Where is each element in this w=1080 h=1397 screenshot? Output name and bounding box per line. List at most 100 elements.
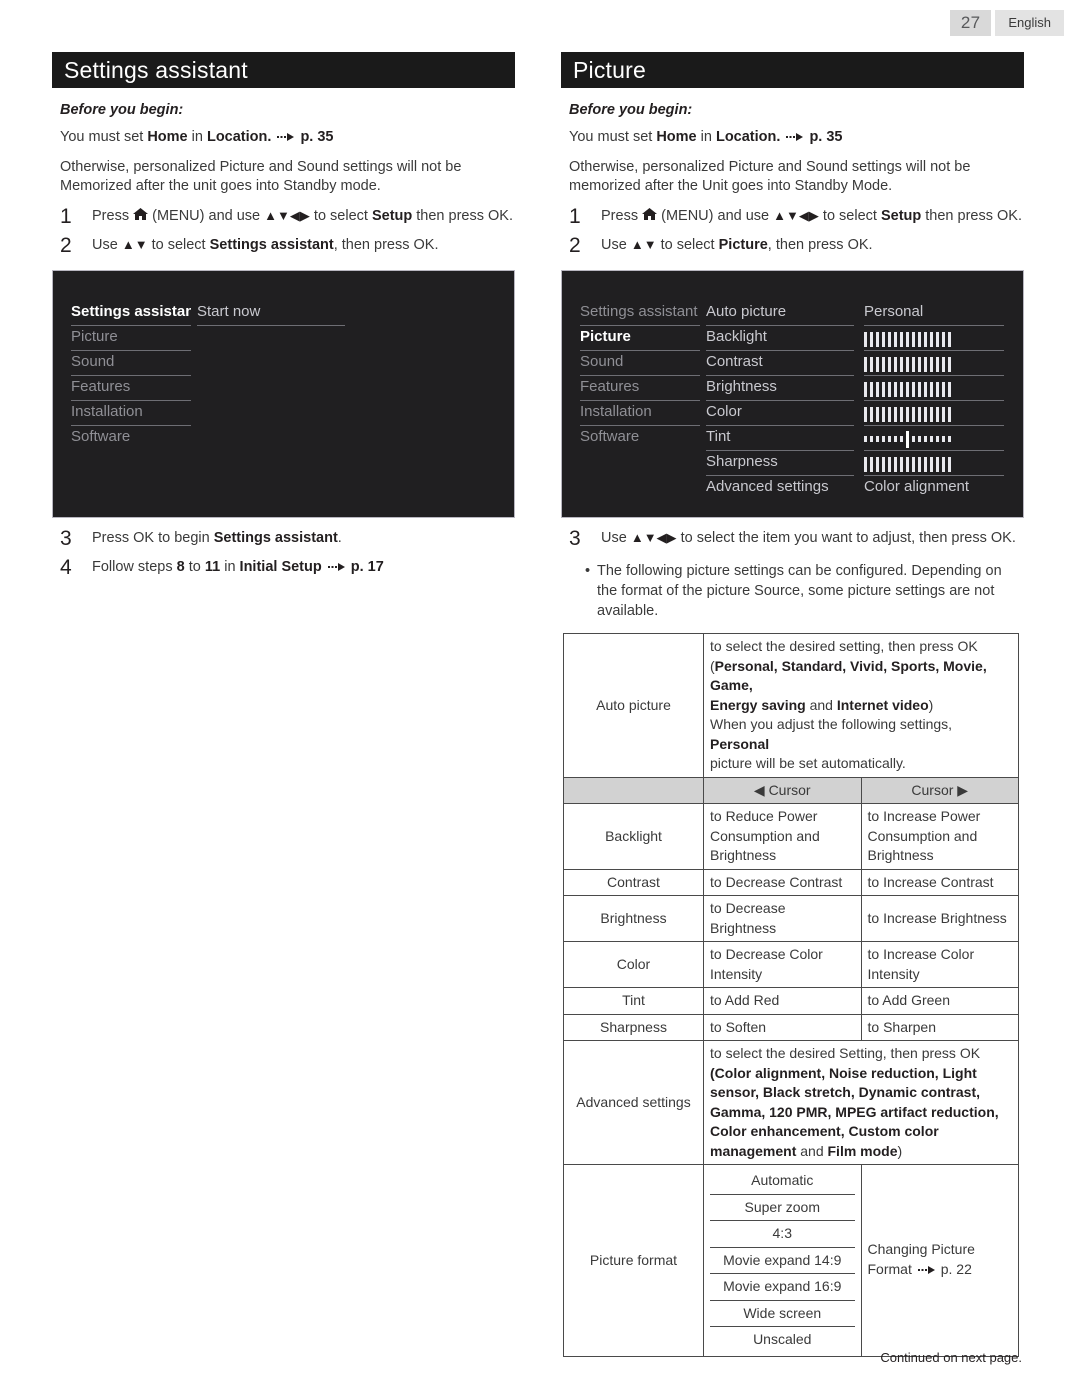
advanced-line5: Color enhancement, Custom color (710, 1123, 939, 1139)
picture-format-option-4-3[interactable]: 4:3 (710, 1220, 855, 1248)
osd-item-start-now[interactable]: Start now (197, 301, 345, 326)
left-step-1-menu: (MENU) (152, 208, 205, 224)
cell-label-brightness: Brightness (563, 895, 704, 942)
table-row-picture-format: Picture format Automatic Super zoom 4:3 … (563, 1164, 1019, 1357)
dpad-arrows-icon: ▲▼◀▶ (630, 530, 677, 545)
picture-format-option-movie-expand-14-9[interactable]: Movie expand 14:9 (710, 1247, 855, 1274)
right-steps-list: 1 Press (MENU) and use ▲▼◀▶ to select Se… (569, 206, 1024, 256)
right-step-2-pre: Use (601, 237, 631, 253)
left-step-1-number: 1 (60, 205, 72, 228)
osd-menu-item-settings-assistant[interactable]: Settings assistant (580, 301, 700, 326)
osd-slider-brightness[interactable] (864, 376, 1004, 401)
right-step-1-mid: and use (713, 208, 774, 224)
advanced-line2: (Color alignment, Noise reduction, Light (710, 1064, 977, 1081)
osd-item-tint[interactable]: Tint (706, 426, 854, 451)
right-column: Picture Before you begin: You must set H… (561, 52, 1024, 1357)
left-step-3-tail: . (337, 530, 342, 546)
left-osd-items-column: Start now (197, 301, 345, 451)
advanced-line6-a: management (710, 1142, 797, 1159)
osd-menu-item-sound[interactable]: Sound (71, 351, 191, 376)
cell-brightness-right: to Increase Brightness (860, 895, 1019, 942)
left-osd-menu-column: Settings assistant Picture Sound Feature… (71, 301, 191, 451)
left-step-4-b2: 11 (204, 559, 221, 575)
right-bullet-note: • The following picture settings can be … (585, 561, 1024, 621)
osd-slider-color[interactable] (864, 401, 1004, 426)
cell-label-picture-format: Picture format (563, 1164, 704, 1357)
osd-slider-contrast[interactable] (864, 351, 1004, 376)
left-column: Settings assistant Before you begin: You… (52, 52, 515, 1357)
osd-menu-item-sound[interactable]: Sound (580, 351, 700, 376)
osd-menu-item-features[interactable]: Features (580, 376, 700, 401)
picture-format-options-table: Automatic Super zoom 4:3 Movie expand 14… (710, 1168, 855, 1353)
right-step-3: 3 Use ▲▼◀▶ to select the item you want t… (569, 528, 1024, 549)
left-step-3-pre: Press OK to begin (92, 530, 214, 546)
osd-menu-item-settings-assistant[interactable]: Settings assistant (71, 301, 191, 326)
dpad-arrows-icon: ▲▼◀▶ (264, 208, 310, 223)
right-step-1-post: to select (818, 208, 881, 224)
page-number-badge: 27 (949, 10, 992, 36)
osd-value-advanced-settings[interactable]: Color alignment (864, 476, 1004, 501)
osd-item-contrast[interactable]: Contrast (706, 351, 854, 376)
left-step-4-b1: 8 (176, 559, 185, 575)
page-arrow-icon (277, 129, 297, 148)
osd-item-color[interactable]: Color (706, 401, 854, 426)
picture-format-option-automatic[interactable]: Automatic (710, 1168, 855, 1195)
picture-format-option-super-zoom[interactable]: Super zoom (710, 1194, 855, 1221)
cell-cursor-left-header: ◀ Cursor (703, 776, 862, 804)
advanced-line4: Gamma, 120 PMR, MPEG artifact reduction, (710, 1103, 999, 1120)
table-row-brightness: Brightness to Decrease Brightness to Inc… (563, 895, 1019, 942)
cell-desc-advanced-settings: to select the desired Setting, then pres… (703, 1040, 1019, 1165)
right-osd-menu-column: Settings assistant Picture Sound Feature… (580, 301, 700, 501)
table-row-tint: Tint to Add Red to Add Green (563, 987, 1019, 1015)
table-row-auto-picture: Auto picture to select the desired setti… (563, 633, 1019, 778)
osd-item-sharpness[interactable]: Sharpness (706, 451, 854, 476)
updown-arrows-icon: ▲▼ (121, 237, 148, 252)
advanced-line6-close: ) (897, 1142, 903, 1159)
osd-item-auto-picture[interactable]: Auto picture (706, 301, 854, 326)
osd-menu-item-picture[interactable]: Picture (71, 326, 191, 351)
language-badge: English (995, 10, 1064, 36)
osd-menu-item-features[interactable]: Features (71, 376, 191, 401)
osd-menu-item-installation[interactable]: Installation (580, 401, 700, 426)
left-step-1-post: to select (309, 208, 372, 224)
picture-format-option-movie-expand-16-9[interactable]: Movie expand 16:9 (710, 1273, 855, 1301)
right-step-2-text: Use ▲▼ to select Picture, then press OK. (601, 235, 1024, 255)
osd-slider-sharpness[interactable] (864, 451, 1004, 476)
left-step-2-pre: Use (92, 237, 122, 253)
osd-menu-item-software[interactable]: Software (580, 426, 700, 451)
table-row-sharpness: Sharpness to Soften to Sharpen (563, 1013, 1019, 1041)
osd-item-backlight[interactable]: Backlight (706, 326, 854, 351)
osd-slider-backlight[interactable] (864, 326, 1004, 351)
left-step-2-post: to select (147, 237, 210, 253)
right-step-1-menu: (MENU) (661, 208, 714, 224)
table-row-color: Color to Decrease Color Intensity to Inc… (563, 941, 1019, 988)
cell-label-color: Color (563, 941, 704, 988)
osd-menu-item-software[interactable]: Software (71, 426, 191, 451)
left-step-3-number: 3 (60, 527, 72, 550)
osd-menu-item-picture[interactable]: Picture (580, 326, 700, 351)
right-prereq-paragraph: You must set Home in Location. p. 35 (569, 128, 1024, 148)
left-step-1-mid: and use (204, 208, 265, 224)
left-step-4-mid: to (184, 559, 205, 575)
osd-item-advanced-settings[interactable]: Advanced settings (706, 476, 854, 501)
picture-format-option-wide-screen[interactable]: Wide screen (710, 1300, 855, 1327)
left-section-header: Settings assistant (52, 52, 515, 88)
picture-format-option-unscaled[interactable]: Unscaled (710, 1327, 855, 1353)
table-row-cursor-header: ◀ Cursor Cursor ▶ (563, 776, 1019, 804)
page-columns: Settings assistant Before you begin: You… (52, 52, 1024, 1357)
right-step-2-post: to select (656, 237, 719, 253)
right-before-you-begin-label: Before you begin: (569, 102, 693, 118)
osd-value-auto-picture[interactable]: Personal (864, 301, 1004, 326)
right-step-1-pre: Press (601, 208, 643, 224)
cell-color-left: to Decrease Color Intensity (703, 941, 862, 988)
osd-item-brightness[interactable]: Brightness (706, 376, 854, 401)
right-step3-list: 3 Use ▲▼◀▶ to select the item you want t… (569, 528, 1024, 549)
osd-slider-tint[interactable] (864, 426, 1004, 451)
osd-menu-item-installation[interactable]: Installation (71, 401, 191, 426)
cell-contrast-left: to Decrease Contrast (703, 868, 862, 896)
right-prereq-location: Location. (715, 129, 781, 145)
right-step-3-text: Use ▲▼◀▶ to select the item you want to … (601, 528, 1024, 548)
cell-backlight-right: to Increase Power Consumption and Bright… (860, 803, 1019, 870)
table-row-backlight: Backlight to Reduce Power Consumption an… (563, 803, 1019, 870)
cell-blank-head (563, 776, 704, 804)
